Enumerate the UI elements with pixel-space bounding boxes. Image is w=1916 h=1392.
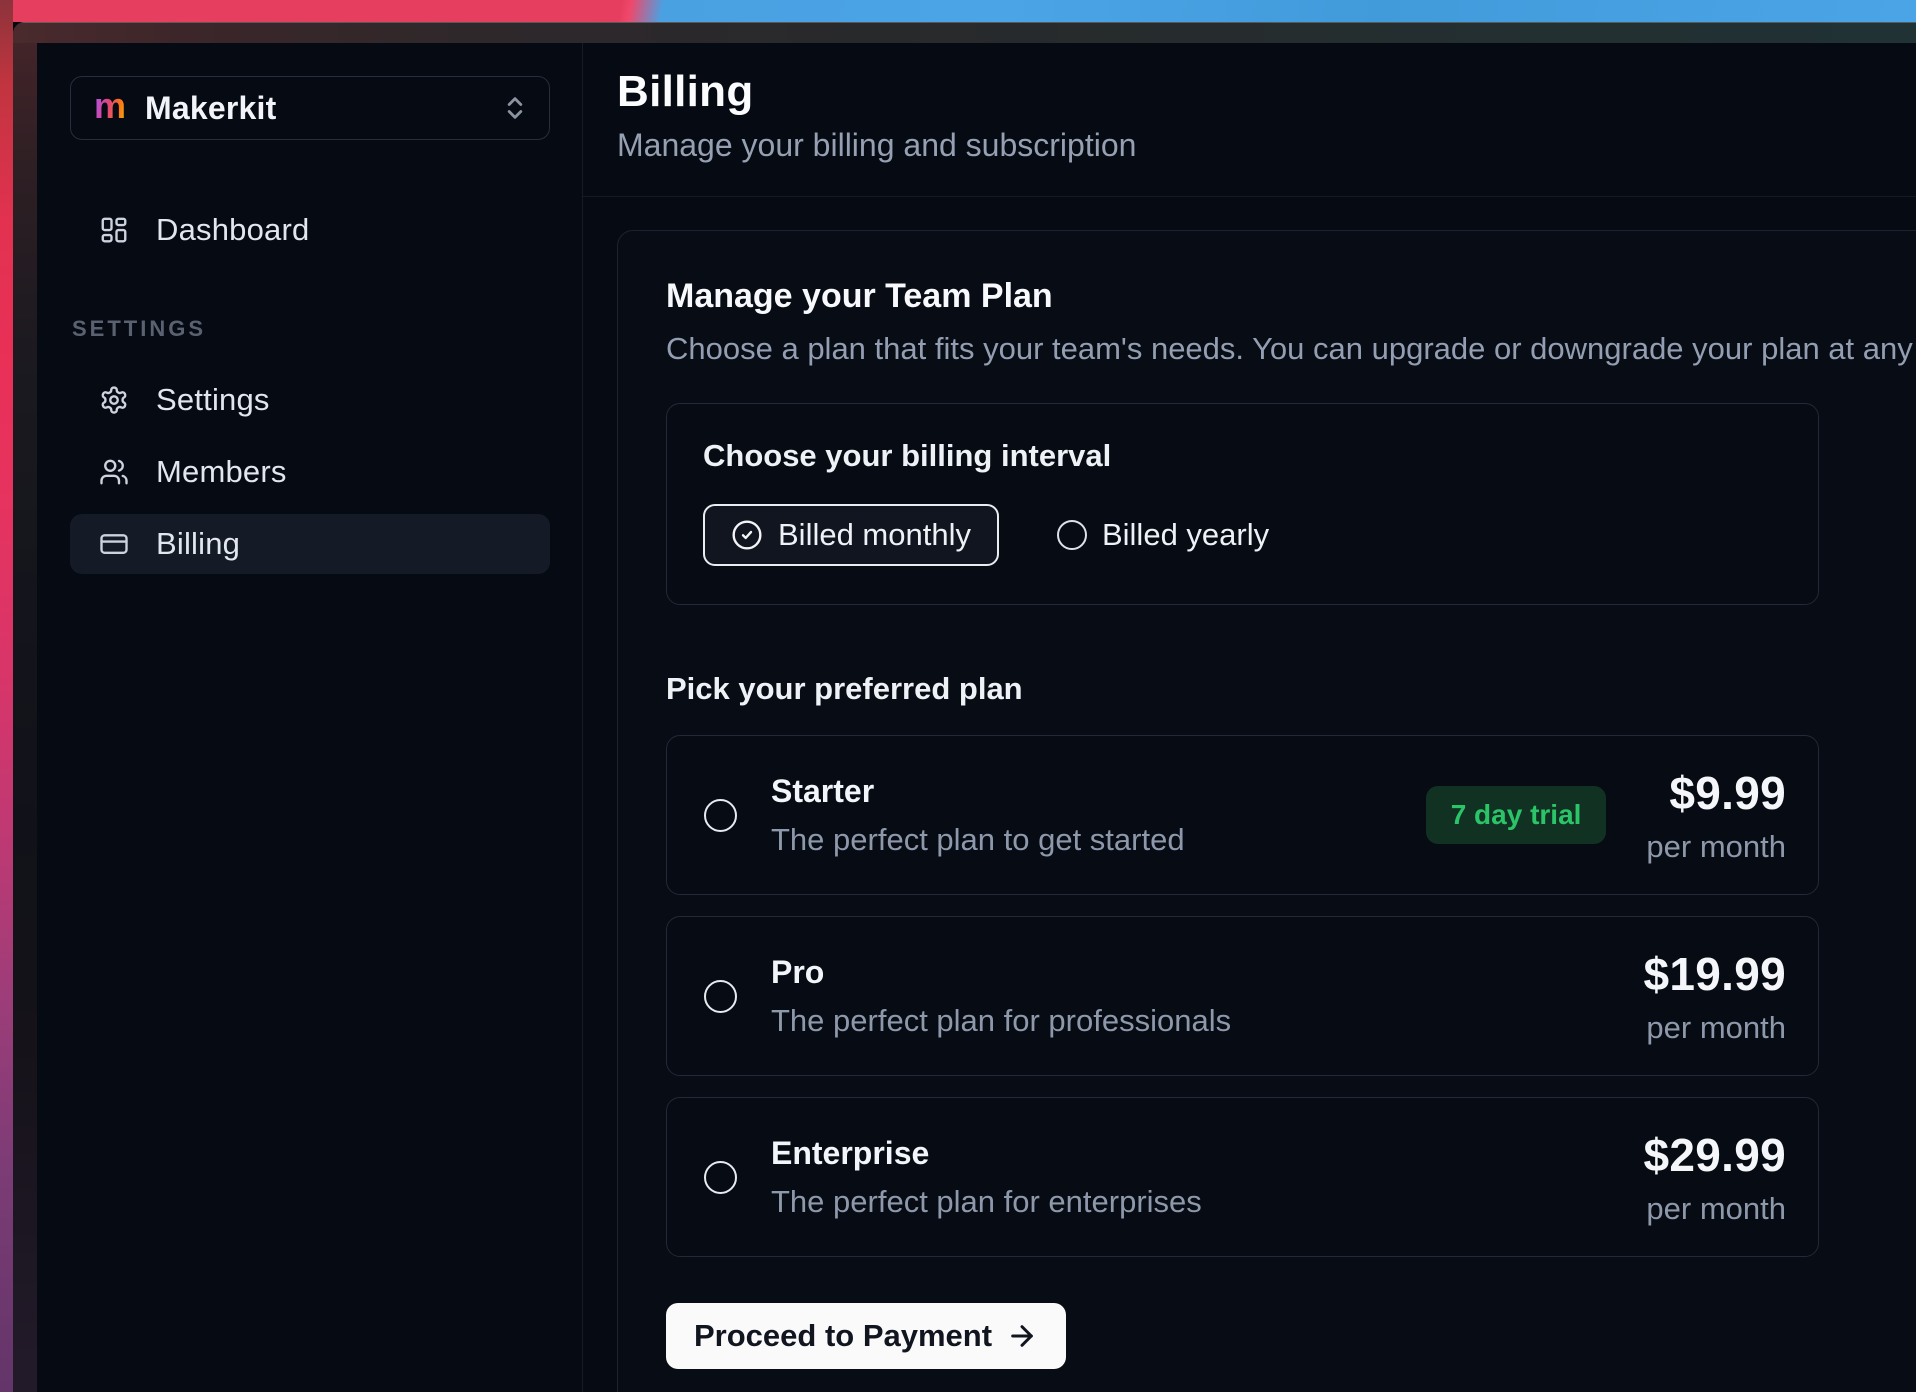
plan-name: Pro bbox=[771, 954, 1231, 991]
billed-yearly-option[interactable]: Billed yearly bbox=[1057, 517, 1269, 553]
sidebar-nav: Dashboard SETTINGS Settings bbox=[70, 200, 550, 574]
plan-list: Starter The perfect plan to get started … bbox=[666, 735, 1819, 1257]
plans-label: Pick your preferred plan bbox=[666, 671, 1916, 707]
plan-price: $19.99 bbox=[1644, 947, 1787, 1001]
card-title: Manage your Team Plan bbox=[666, 277, 1916, 316]
page-content: Manage your Team Plan Choose a plan that… bbox=[583, 197, 1916, 1392]
window-titlebar[interactable] bbox=[13, 22, 1916, 43]
plan-row-enterprise[interactable]: Enterprise The perfect plan for enterpri… bbox=[666, 1097, 1819, 1257]
sidebar-section-settings: SETTINGS bbox=[72, 316, 550, 342]
desktop-wallpaper-left bbox=[0, 0, 13, 1392]
chevrons-up-down-icon bbox=[501, 94, 529, 122]
plan-period: per month bbox=[1646, 829, 1786, 865]
plan-price: $9.99 bbox=[1646, 766, 1786, 820]
page-header: Billing Manage your billing and subscrip… bbox=[583, 43, 1916, 197]
plan-description: The perfect plan for enterprises bbox=[771, 1184, 1202, 1220]
sidebar-item-label: Settings bbox=[156, 382, 270, 418]
billed-monthly-option[interactable]: Billed monthly bbox=[703, 504, 999, 566]
page-subtitle: Manage your billing and subscription bbox=[617, 127, 1896, 164]
users-icon bbox=[99, 457, 129, 487]
sidebar-item-label: Billing bbox=[156, 526, 240, 562]
sidebar-item-dashboard[interactable]: Dashboard bbox=[70, 200, 550, 260]
card-subtitle: Choose a plan that fits your team's need… bbox=[666, 331, 1916, 367]
radio-circle-icon[interactable] bbox=[704, 799, 737, 832]
makerkit-logo-icon: m bbox=[94, 88, 126, 124]
plan-row-pro[interactable]: Pro The perfect plan for professionals $… bbox=[666, 916, 1819, 1076]
arrow-right-icon bbox=[1006, 1320, 1038, 1352]
plan-price: $29.99 bbox=[1644, 1128, 1787, 1182]
plan-name: Enterprise bbox=[771, 1135, 1202, 1172]
plan-description: The perfect plan to get started bbox=[771, 822, 1185, 858]
team-plan-card: Manage your Team Plan Choose a plan that… bbox=[617, 230, 1916, 1392]
app-root: m Makerkit Dashboard bbox=[37, 43, 1916, 1392]
billed-monthly-label: Billed monthly bbox=[778, 517, 971, 553]
sidebar-item-settings[interactable]: Settings bbox=[70, 370, 550, 430]
radio-circle-icon bbox=[1057, 520, 1087, 550]
sidebar-item-billing[interactable]: Billing bbox=[70, 514, 550, 574]
proceed-to-payment-label: Proceed to Payment bbox=[694, 1318, 992, 1354]
radio-circle-icon[interactable] bbox=[704, 1161, 737, 1194]
desktop-wallpaper-top bbox=[0, 0, 1916, 22]
radio-circle-icon[interactable] bbox=[704, 980, 737, 1013]
proceed-to-payment-button[interactable]: Proceed to Payment bbox=[666, 1303, 1066, 1369]
dashboard-icon bbox=[99, 215, 129, 245]
plan-row-starter[interactable]: Starter The perfect plan to get started … bbox=[666, 735, 1819, 895]
billing-interval-label: Choose your billing interval bbox=[703, 438, 1782, 474]
main-content: Billing Manage your billing and subscrip… bbox=[583, 43, 1916, 1392]
gear-icon bbox=[99, 385, 129, 415]
sidebar-item-members[interactable]: Members bbox=[70, 442, 550, 502]
plan-period: per month bbox=[1644, 1010, 1787, 1046]
sidebar-item-label: Members bbox=[156, 454, 287, 490]
plan-name: Starter bbox=[771, 773, 1185, 810]
billing-interval-options: Billed monthly Billed yearly bbox=[703, 504, 1782, 566]
trial-badge: 7 day trial bbox=[1426, 786, 1607, 844]
sidebar: m Makerkit Dashboard bbox=[37, 43, 583, 1392]
billed-yearly-label: Billed yearly bbox=[1102, 517, 1269, 553]
page-title: Billing bbox=[617, 67, 1896, 117]
plan-description: The perfect plan for professionals bbox=[771, 1003, 1231, 1039]
workspace-name: Makerkit bbox=[145, 90, 276, 127]
sidebar-item-label: Dashboard bbox=[156, 212, 309, 248]
billing-interval-box: Choose your billing interval Billed mont… bbox=[666, 403, 1819, 605]
window-edge bbox=[13, 43, 37, 1392]
plan-period: per month bbox=[1644, 1191, 1787, 1227]
app-window: m Makerkit Dashboard bbox=[13, 22, 1916, 1392]
credit-card-icon bbox=[99, 529, 129, 559]
check-circle-icon bbox=[731, 519, 763, 551]
workspace-selector[interactable]: m Makerkit bbox=[70, 76, 550, 140]
